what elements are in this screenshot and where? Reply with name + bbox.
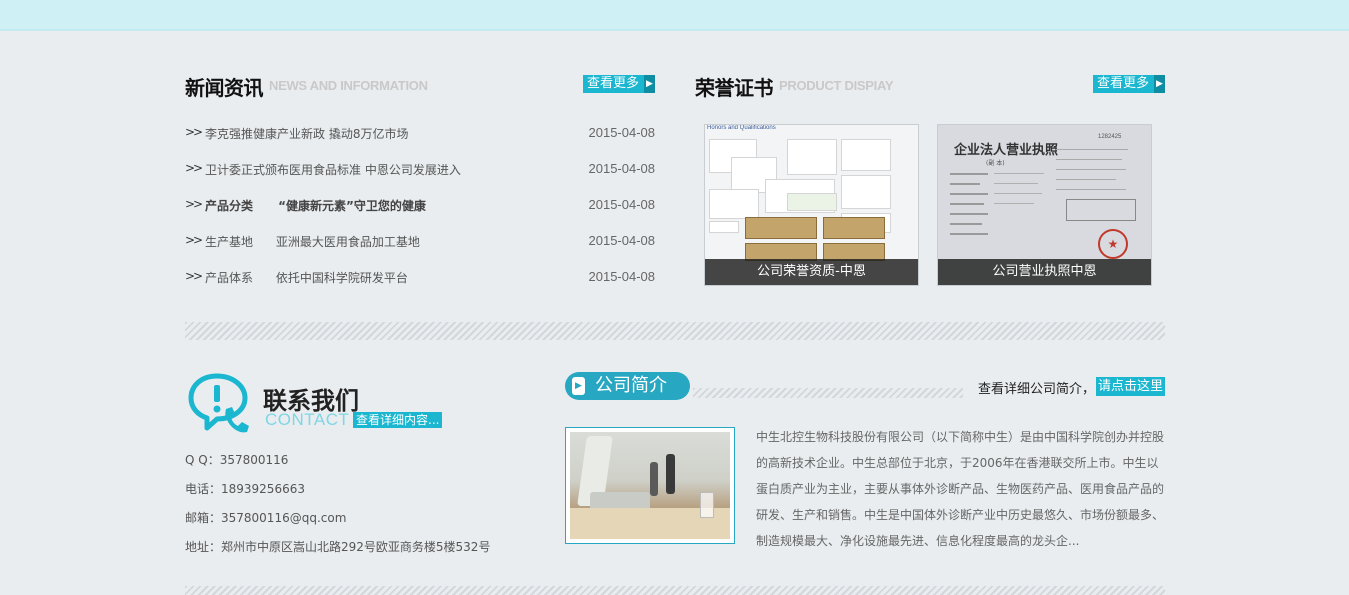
news-item-title[interactable]: 产品分类 “健康新元素”守卫您的健康 xyxy=(205,197,426,214)
intro-title-pill: ▶ 公司简介 xyxy=(565,372,690,400)
contact-email: 邮箱：357800116@qq.com xyxy=(185,511,347,525)
news-more-button[interactable]: 查看更多 ▶ xyxy=(582,75,655,93)
top-bar xyxy=(0,0,1349,31)
news-section: 新闻资讯 NEWS AND INFORMATION 查看更多 ▶ >> 李克强推… xyxy=(185,72,655,285)
cert-caption: 公司荣誉资质-中恩 xyxy=(705,259,918,285)
license-serial: 1282425 xyxy=(1098,134,1122,140)
news-item-date: 2015-04-08 xyxy=(588,125,656,140)
contact-info-list: Q Q：357800116 电话：18939256663 邮箱：35780011… xyxy=(185,451,490,567)
contact-more-button[interactable]: 查看详细内容... xyxy=(353,412,443,428)
news-item[interactable]: >> 产品体系 依托中国科学院研发平台 2015-04-08 xyxy=(185,268,655,304)
office-image xyxy=(570,432,730,539)
chevron-right-icon: ▶ xyxy=(572,377,585,395)
intro-link-prefix: 查看详细公司简介， xyxy=(977,382,1095,397)
double-chevron-icon: >> xyxy=(185,233,203,247)
company-intro-section: ▶ 公司简介 查看详细公司简介， 请点击这里 中生北控生物科技股份有限公司（以下… xyxy=(565,372,1165,548)
double-chevron-icon: >> xyxy=(185,197,203,211)
news-header: 新闻资讯 NEWS AND INFORMATION 查看更多 ▶ xyxy=(185,72,655,100)
double-chevron-icon: >> xyxy=(185,161,203,175)
cert-header-text: Honors and Qualifications xyxy=(707,125,776,131)
intro-text: 中生北控生物科技股份有限公司（以下简称中生）是由中国科学院创办并控股的高新技术企… xyxy=(756,430,1165,548)
honor-title: 荣誉证书 xyxy=(695,76,774,100)
double-chevron-icon: >> xyxy=(185,269,203,283)
honor-more-button[interactable]: 查看更多 ▶ xyxy=(1092,75,1165,93)
news-item-date: 2015-04-08 xyxy=(588,161,656,176)
company-photo[interactable] xyxy=(565,427,735,544)
cert-caption: 公司营业执照中恩 xyxy=(938,259,1151,285)
license-title: 企业法人营业执照 xyxy=(954,143,1059,158)
news-subtitle: NEWS AND INFORMATION xyxy=(269,78,428,93)
honor-header: 荣誉证书 PRODUCT DISPIAY 查看更多 ▶ xyxy=(695,72,1165,100)
news-item[interactable]: >> 卫计委正式颁布医用食品标准 中恩公司发展进入 2015-04-08 xyxy=(185,160,655,196)
news-more-label: 查看更多 xyxy=(586,76,639,91)
news-item-title[interactable]: 产品体系 依托中国科学院研发平台 xyxy=(205,269,408,286)
news-item-title[interactable]: 李克强推健康产业新政 撬动8万亿市场 xyxy=(205,125,408,142)
contact-subtitle: CONTACT xyxy=(265,410,350,429)
news-item-date: 2015-04-08 xyxy=(588,233,656,248)
cert-card-license[interactable]: 企业法人营业执照 (副 本) 1282425 ★ 公司营业执照中恩 xyxy=(937,124,1152,286)
double-chevron-icon: >> xyxy=(185,125,203,139)
intro-detail-link[interactable]: 请点击这里 xyxy=(1095,377,1165,396)
contact-address: 地址：郑州市中原区嵩山北路292号欧亚商务楼5楼532号 xyxy=(185,540,491,554)
news-item-date: 2015-04-08 xyxy=(588,269,656,284)
contact-qq: Q Q：357800116 xyxy=(185,453,289,467)
honor-section: 荣誉证书 PRODUCT DISPIAY 查看更多 ▶ Honors and Q… xyxy=(695,72,1165,286)
news-list: >> 李克强推健康产业新政 撬动8万亿市场 2015-04-08 >> 卫计委正… xyxy=(185,124,655,304)
phone-alert-icon xyxy=(188,373,249,433)
contact-phone: 电话：18939256663 xyxy=(185,482,305,496)
news-item[interactable]: >> 生产基地 亚洲最大医用食品加工基地 2015-04-08 xyxy=(185,232,655,268)
news-title: 新闻资讯 xyxy=(185,76,264,100)
cert-card-honors[interactable]: Honors and Qualifications 公司荣誉资质-中恩 xyxy=(704,124,919,286)
news-item-title[interactable]: 卫计委正式颁布医用食品标准 中恩公司发展进入 xyxy=(205,161,461,178)
chevron-right-icon: ▶ xyxy=(644,75,655,93)
news-item[interactable]: >> 产品分类 “健康新元素”守卫您的健康 2015-04-08 xyxy=(185,196,655,232)
section-divider xyxy=(185,322,1165,340)
news-item-title[interactable]: 生产基地 亚洲最大医用食品加工基地 xyxy=(205,233,420,250)
section-divider-bottom xyxy=(185,586,1165,595)
license-subtitle: (副 本) xyxy=(986,160,1005,167)
intro-title: 公司简介 xyxy=(595,375,667,396)
news-item-date: 2015-04-08 xyxy=(588,197,656,212)
honor-more-label: 查看更多 xyxy=(1096,76,1149,91)
honor-subtitle: PRODUCT DISPIAY xyxy=(779,78,894,93)
intro-divider xyxy=(693,388,963,398)
chevron-right-icon: ▶ xyxy=(1154,75,1165,93)
red-seal-icon: ★ xyxy=(1098,229,1128,259)
news-item[interactable]: >> 李克强推健康产业新政 撬动8万亿市场 2015-04-08 xyxy=(185,124,655,160)
intro-header: ▶ 公司简介 查看详细公司简介， 请点击这里 xyxy=(565,372,1165,402)
